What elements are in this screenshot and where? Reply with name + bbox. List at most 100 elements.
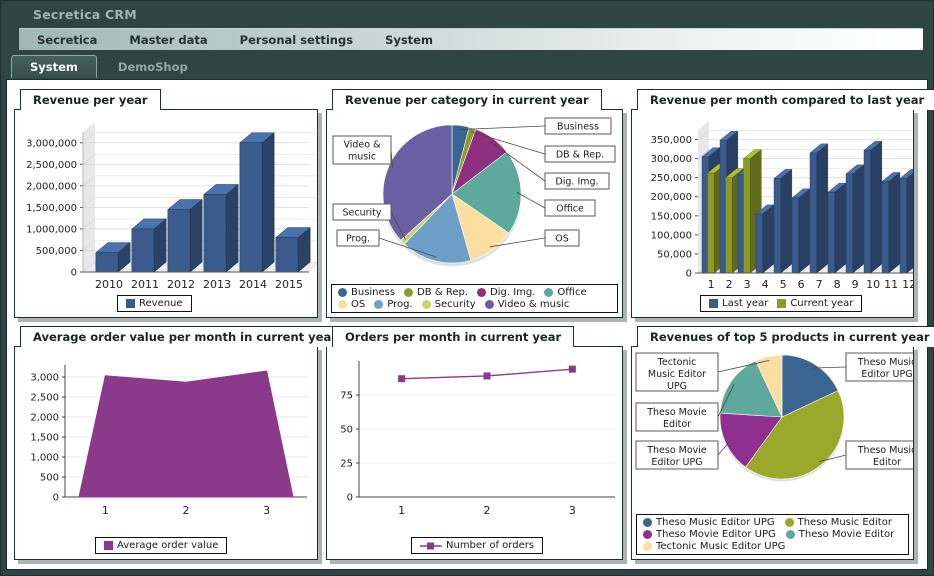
menu-item-personal-settings[interactable]: Personal settings (224, 29, 369, 51)
svg-text:music: music (348, 152, 376, 163)
svg-text:50: 50 (340, 425, 353, 436)
title-bar: Secretica CRM (1, 1, 933, 28)
menu-item-secretica[interactable]: Secretica (19, 29, 113, 51)
legend-label-video-music: Video & music (498, 299, 570, 310)
menu-bar: Secretica Master data Personal settings … (19, 28, 923, 50)
revenue-per-year-svg: 0500,0001,000,0001,500,0002,000,0002,500… (15, 110, 318, 318)
svg-text:75: 75 (340, 391, 353, 402)
panel-average-order-value: Average order value per month in current… (14, 326, 324, 564)
svg-text:3,000,000: 3,000,000 (26, 138, 77, 149)
legend-swatch-theso-music-editor-upg (643, 518, 652, 527)
legend-swatch-revenue (126, 299, 135, 308)
panel-revenue-per-category: Revenue per category in current year Bus… (326, 89, 629, 322)
legend-entry-revenue: Revenue (126, 298, 183, 309)
svg-text:50,000: 50,000 (657, 249, 692, 260)
svg-text:1,000: 1,000 (30, 453, 59, 464)
legend-swatch-security (422, 300, 431, 309)
legend-revenue-per-month: Last year Current year (700, 295, 862, 312)
svg-text:Editor UPG: Editor UPG (651, 457, 702, 468)
legend-orders-per-month: Number of orders (411, 537, 543, 554)
legend-label-theso-movie-editor-upg: Theso Movie Editor UPG (656, 529, 776, 540)
orders-per-month-svg: 0255075 123 (327, 347, 623, 529)
legend-swatch-theso-music-editor (785, 518, 794, 527)
legend-revenue-per-category: Business DB & Rep. Dig. Img. Office (331, 284, 618, 313)
svg-text:5: 5 (780, 278, 787, 291)
legend-label-os: OS (351, 299, 365, 310)
svg-text:2012: 2012 (167, 278, 195, 291)
svg-text:3,000: 3,000 (30, 373, 59, 384)
svg-text:2013: 2013 (203, 278, 231, 291)
svg-text:Editor: Editor (873, 457, 901, 468)
legend-label-current-year: Current year (790, 298, 853, 309)
legend-label-average-order-value: Average order value (117, 540, 218, 551)
legend-label-db-rep: DB & Rep. (417, 287, 468, 298)
svg-text:2015: 2015 (275, 278, 303, 291)
svg-text:12: 12 (902, 278, 914, 291)
app-title: Secretica CRM (33, 7, 137, 22)
svg-text:Security: Security (342, 208, 381, 219)
legend-swatch-current-year (777, 299, 786, 308)
svg-text:Theso Music: Theso Music (857, 445, 914, 456)
svg-text:2,500: 2,500 (30, 393, 59, 404)
legend-entry-office: Office (544, 287, 586, 298)
legend-label-last-year: Last year (722, 298, 768, 309)
tab-demoshop[interactable]: DemoShop (99, 55, 207, 78)
legend-swatch-last-year (709, 299, 718, 308)
panel-title-orders-per-month: Orders per month in current year (332, 326, 574, 347)
application-window: Secretica CRM Secretica Master data Pers… (0, 0, 934, 576)
legend-swatch-average-order-value (104, 541, 113, 550)
dashboard-grid: Revenue per year 0500,0001,000,0001,500,… (14, 89, 920, 564)
svg-text:2,500,000: 2,500,000 (26, 160, 77, 171)
panel-body-revenue-per-month: 050,000100,000150,000200,000250,000300,0… (631, 109, 914, 318)
menu-item-master-data[interactable]: Master data (113, 29, 223, 51)
svg-text:10: 10 (866, 278, 880, 291)
svg-text:2011: 2011 (131, 278, 159, 291)
dashboard-content: Revenue per year 0500,0001,000,0001,500,… (6, 79, 928, 570)
legend-entry-video-music: Video & music (485, 299, 570, 310)
legend-swatch-tectonic-music-editor-upg (643, 542, 652, 551)
panel-title-revenue-per-year: Revenue per year (20, 89, 161, 110)
panel-title-average-order-value: Average order value per month in current… (20, 326, 350, 347)
svg-text:500,000: 500,000 (36, 246, 77, 257)
legend-entry-prog: Prog. (374, 299, 412, 310)
legend-entry-last-year: Last year (709, 298, 768, 309)
svg-text:2014: 2014 (239, 278, 267, 291)
average-order-value-svg: 05001,0001,5002,0002,5003,000 123 (15, 347, 318, 529)
legend-entry-number-of-orders: Number of orders (420, 540, 534, 551)
legend-entry-dig-img: Dig. Img. (477, 287, 535, 298)
revenue-per-month-svg: 050,000100,000150,000200,000250,000300,0… (632, 110, 914, 318)
panel-body-top-5-products: Theso MusicEditor UPGTheso MusicEditorTh… (631, 346, 914, 560)
tab-system[interactable]: System (11, 55, 97, 78)
svg-text:500: 500 (40, 473, 59, 484)
svg-text:UPG: UPG (667, 381, 687, 392)
svg-text:2: 2 (726, 278, 733, 291)
legend-label-number-of-orders: Number of orders (446, 540, 534, 551)
legend-entry-theso-movie-editor-upg: Theso Movie Editor UPG (643, 529, 776, 540)
svg-text:4: 4 (762, 278, 769, 291)
tab-strip: System DemoShop (11, 55, 923, 78)
legend-top-5-products: Theso Music Editor UPG Theso Music Edito… (636, 514, 909, 555)
legend-label-theso-music-editor-upg: Theso Music Editor UPG (656, 517, 775, 528)
panel-body-orders-per-month: 0255075 123 Number of orders (326, 346, 623, 560)
svg-text:2,000: 2,000 (30, 413, 59, 424)
svg-text:1,500: 1,500 (30, 433, 59, 444)
chart-average-order-value: 05001,0001,5002,0002,5003,000 123 (15, 347, 317, 559)
svg-text:Prog.: Prog. (346, 234, 370, 245)
legend-entry-average-order-value: Average order value (104, 540, 218, 551)
svg-text:Dig. Img.: Dig. Img. (555, 177, 598, 188)
svg-text:1,500,000: 1,500,000 (26, 203, 77, 214)
legend-average-order-value: Average order value (95, 537, 227, 554)
svg-text:100,000: 100,000 (651, 230, 692, 241)
legend-marker-number-of-orders (420, 541, 442, 551)
svg-text:Music Editor: Music Editor (648, 369, 706, 380)
svg-text:9: 9 (852, 278, 859, 291)
legend-label-theso-movie-editor: Theso Movie Editor (799, 529, 894, 540)
legend-label-dig-img: Dig. Img. (490, 287, 535, 298)
legend-swatch-dig-img (477, 288, 486, 297)
svg-text:2: 2 (183, 504, 190, 517)
svg-text:0: 0 (686, 269, 692, 280)
menu-item-system[interactable]: System (369, 29, 449, 51)
svg-text:Business: Business (557, 122, 599, 133)
svg-text:2,000,000: 2,000,000 (26, 181, 77, 192)
legend-swatch-business (338, 288, 347, 297)
